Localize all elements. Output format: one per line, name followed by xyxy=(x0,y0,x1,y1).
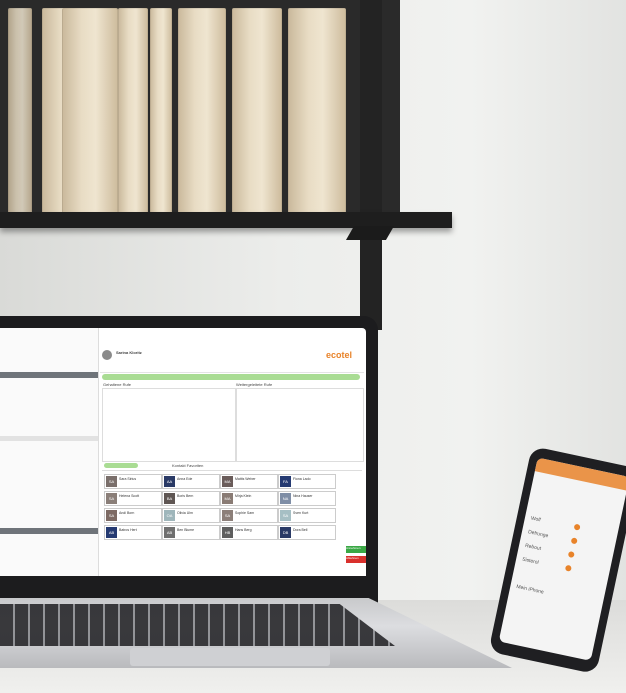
panel-right-title: Weitergeleitete Rufe xyxy=(236,382,273,387)
phone-header xyxy=(534,457,626,491)
contact-name: Dora Bell xyxy=(293,528,308,532)
accept-button[interactable]: Annehmen xyxy=(346,546,366,553)
contact-avatar: HB xyxy=(222,527,233,538)
status-bar[interactable] xyxy=(102,374,360,380)
contact-avatar: AB xyxy=(106,527,117,538)
contact-name: Andi Born xyxy=(119,511,135,515)
book xyxy=(118,8,148,214)
sidebar-bar xyxy=(0,528,98,534)
contact-avatar: OA xyxy=(164,510,175,521)
contact-avatar: SA xyxy=(222,510,233,521)
screen-sidebar xyxy=(0,328,99,576)
contact-tile[interactable]: AA Anna Ede xyxy=(162,474,220,489)
laptop-trackpad xyxy=(130,648,330,666)
sidebar-bar xyxy=(0,436,98,441)
reject-button[interactable]: Ablehnen xyxy=(346,556,366,563)
contact-tile[interactable]: SA Sven Kurt xyxy=(278,508,336,523)
book xyxy=(232,8,282,214)
contact-tile[interactable]: DB Dora Bell xyxy=(278,525,336,540)
panel-right xyxy=(236,388,364,462)
contact-name: Batros Hert xyxy=(119,528,137,532)
contact-name: Sara Sirius xyxy=(119,477,137,481)
contact-name: Sophie Sam xyxy=(235,511,255,515)
contact-tile[interactable]: AB Batros Hert xyxy=(104,525,162,540)
contact-avatar: NA xyxy=(280,493,291,504)
tab-active[interactable] xyxy=(104,463,138,468)
contact-avatar: SA xyxy=(106,493,117,504)
contact-name: Fiona Lado xyxy=(293,477,311,481)
contact-avatar: DB xyxy=(280,527,291,538)
status-dot xyxy=(567,550,575,559)
phone-item[interactable]: Sisterol xyxy=(522,557,540,566)
avatar xyxy=(102,350,112,360)
contact-name: Mattis Weber xyxy=(235,477,256,481)
tab-favorites[interactable]: Kontakt Favoriten xyxy=(172,463,203,468)
panel-left xyxy=(102,388,236,462)
contact-name: Olivia Ulm xyxy=(177,511,193,515)
contact-tile[interactable]: SA Andi Born xyxy=(104,508,162,523)
contact-avatar: AA xyxy=(164,476,175,487)
book xyxy=(288,8,346,214)
contact-tile[interactable]: SA Sophie Sam xyxy=(220,508,278,523)
contact-name: Helena Scott xyxy=(119,494,140,498)
contact-tile[interactable]: SA Helena Scott xyxy=(104,491,162,506)
contact-name: Hans Berg xyxy=(235,528,252,532)
shelf-post xyxy=(360,0,382,330)
bookshelf xyxy=(0,0,400,218)
contact-tile[interactable]: FA Fiona Lado xyxy=(278,474,336,489)
contact-name: Mirja Klein xyxy=(235,494,252,498)
contact-tile[interactable]: SA Sara Sirius xyxy=(104,474,162,489)
contact-avatar: MA xyxy=(222,493,233,504)
brand-logo: ecotel xyxy=(326,350,353,360)
phone-item[interactable]: Wolf xyxy=(530,515,541,523)
contact-avatar: BA xyxy=(164,493,175,504)
phone-footer: Mein iPhone xyxy=(515,583,545,596)
laptop-keyboard xyxy=(0,604,395,646)
contact-name: Boris Bern xyxy=(177,494,194,498)
contacts-tab-bar: Kontakt Favoriten xyxy=(102,462,362,471)
contact-tile[interactable]: MA Mirja Klein xyxy=(220,491,278,506)
status-dot xyxy=(573,523,581,531)
contact-tile[interactable]: NA Nina Hauser xyxy=(278,491,336,506)
shelf-bracket xyxy=(345,226,395,240)
contact-avatar: SA xyxy=(280,510,291,521)
book xyxy=(150,8,172,214)
contact-avatar: MA xyxy=(222,476,233,487)
book xyxy=(62,8,118,214)
contact-name: Anna Ede xyxy=(177,477,193,481)
laptop-screen: Sarina Kloritz ecotel Gehaltene Rufe Wei… xyxy=(0,328,366,576)
sidebar-bar xyxy=(0,372,98,378)
screen-header: Sarina Kloritz ecotel xyxy=(100,346,364,373)
contact-name: Ben Blume xyxy=(177,528,195,532)
header-name: Sarina Kloritz xyxy=(116,350,142,355)
contact-name: Sven Kurt xyxy=(293,511,309,515)
phone-item[interactable]: Rebout xyxy=(524,543,541,552)
book xyxy=(178,8,226,214)
contact-tile[interactable]: BA Boris Bern xyxy=(162,491,220,506)
contact-tile[interactable]: MA Mattis Weber xyxy=(220,474,278,489)
phone-item[interactable]: Defrunge xyxy=(527,529,548,539)
contact-avatar: SA xyxy=(106,510,117,521)
contact-avatar: SA xyxy=(106,476,117,487)
contact-tile[interactable]: HB Hans Berg xyxy=(220,525,278,540)
status-dot xyxy=(570,537,578,545)
book xyxy=(8,8,32,214)
panel-left-title: Gehaltene Rufe xyxy=(103,382,132,387)
status-dot xyxy=(564,564,572,572)
contact-avatar: AB xyxy=(164,527,175,538)
contact-tile[interactable]: AB Ben Blume xyxy=(162,525,220,540)
contact-name: Nina Hauser xyxy=(293,494,313,498)
contact-avatar: FA xyxy=(280,476,291,487)
contact-tile[interactable]: OA Olivia Ulm xyxy=(162,508,220,523)
